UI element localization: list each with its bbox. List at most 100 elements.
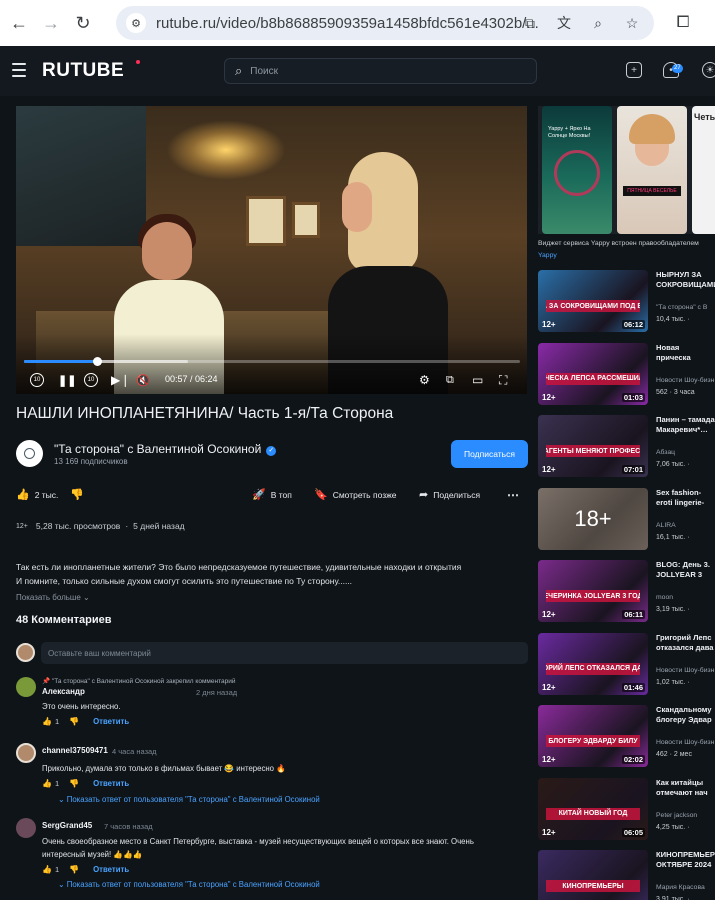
comment-input[interactable] [41,642,528,664]
thumbs-up-icon[interactable]: 👍 [42,779,52,788]
promo-thumbnail[interactable]: Yappy + Ярко На Солнце Москвы! [542,106,612,234]
recommendation-channel[interactable]: Новости Шоу-бизн [656,377,715,384]
thumbs-down-icon[interactable]: 👎 [69,865,79,874]
address-bar[interactable]: ⚙ rutube.ru/video/b8b86885909359a1458bfd… [116,6,654,40]
watch-later-button[interactable]: 🔖 Смотреть позже [314,488,397,501]
show-reply-link[interactable]: ⌄ Показать ответ от пользователя "Та сто… [58,795,320,804]
channel-name[interactable]: "Та сторона" с Валентиной Осокиной [54,442,261,456]
comment-author[interactable]: SergGrand45 [42,821,92,830]
share-button[interactable]: ➦ Поделиться [419,488,480,501]
recommendation-card[interactable]: ВЕЧЕРИНКА JOLLYEAR 3 ГОДА 12+ 06:11 BLOG: Д… [538,560,715,624]
comment-author[interactable]: Александр [42,687,85,696]
recommendation-thumbnail[interactable]: ИНОАГЕНТЫ МЕНЯЮТ ПРОФЕССИЮ 12+ 07:01 [538,415,648,477]
like-button[interactable]: 👍 2 тыс. 👎 [16,488,89,501]
mini-player-icon[interactable]: ⧉ [446,372,454,388]
recommendation-thumbnail[interactable]: КИТАЙ НОВЫЙ ГОД 12+ 06:05 [538,777,648,840]
theme-sun-icon[interactable]: ☀ [702,62,715,78]
comment-author[interactable]: channel37509471 [42,746,108,755]
recommendation-title[interactable]: Панин – тамада Макаревич*… [656,415,715,435]
subscribe-button[interactable]: Подписаться [451,440,528,468]
promo-thumbnail[interactable]: Четы [692,106,715,234]
rutube-logo[interactable]: RUTUBE [42,60,124,82]
show-reply-text[interactable]: Показать ответ от пользователя "Та сторо… [67,795,320,804]
recommendation-channel[interactable]: Peter jackson [656,812,715,819]
thumbs-up-icon[interactable]: 👍 [42,865,52,874]
thumbs-down-icon[interactable]: 👎 [69,779,79,788]
more-options-icon[interactable]: ⋯ [507,488,519,502]
top-button[interactable]: 🚀 В топ [252,488,292,501]
show-more-link[interactable]: Показать больше ⌄ [16,593,90,602]
comment-avatar[interactable] [16,677,36,697]
show-reply-text[interactable]: Показать ответ от пользователя "Та сторо… [67,880,320,889]
comment-avatar[interactable] [16,743,36,763]
recommendation-card[interactable]: БЛОГЕРУ ЭДВАРДУ БИЛУ 12+ 02:02 Скандальному… [538,705,715,769]
recommendation-card[interactable]: ИНОАГЕНТЫ МЕНЯЮТ ПРОФЕССИЮ 12+ 07:01 Панин … [538,415,715,479]
zoom-icon[interactable]: ⌕ [588,13,608,33]
recommendation-title[interactable]: BLOG: День 3. JOLLYEAR 3 год [656,560,715,580]
recommendation-card[interactable]: НОВАЯ ПРИЧЕСКА ЛЕПСА РАССМЕШИЛА РОССИЮ 12… [538,342,715,407]
next-video-icon[interactable]: ▶❘ [111,372,130,388]
show-more-label[interactable]: Показать больше [16,593,81,602]
forward-10-icon[interactable]: 10 [84,373,98,387]
recommendation-thumbnail[interactable]: БЛОГЕРУ ЭДВАРДУ БИЛУ 12+ 02:02 [538,705,648,767]
channel-avatar[interactable] [16,440,43,467]
recommendation-title[interactable]: НЫРНУЛ ЗА СОКРОВИЩАМИ [656,270,715,290]
reload-icon[interactable]: ↻ [70,10,96,36]
recommendation-card[interactable]: КИНОПРЕМЬЕРЫ КИНОПРЕМЬЕРЫ ОКТЯБРЕ 2024 Мар… [538,850,715,900]
thumbs-down-icon[interactable]: 👎 [69,717,79,726]
search-input[interactable] [250,65,511,77]
upload-icon[interactable]: + [626,62,642,78]
yappy-widget[interactable]: Yappy + Ярко На Солнце Москвы! ПЯТНИЦА В… [538,106,715,234]
comment-avatar[interactable] [16,818,36,838]
recommendation-thumbnail[interactable]: КИНОПРЕМЬЕРЫ [538,850,648,900]
channel-name-row[interactable]: "Та сторона" с Валентиной Осокиной ✓ [54,442,277,456]
recommendation-channel[interactable]: "Та сторона" с В [656,304,715,311]
video-player[interactable]: 10 ❚❚ 10 ▶❘ 🔇 00:57 / 06:24 ⚙ ⧉ ▭ ⛶ [16,106,527,394]
pause-icon[interactable]: ❚❚ [58,372,76,388]
thumbs-up-icon[interactable]: 👍 [42,717,52,726]
recommendation-title[interactable]: Как китайцы отмечают нач [656,778,715,798]
thumbs-down-icon[interactable]: 👎 [70,488,84,501]
open-in-app-icon[interactable]: ⧉ [520,13,540,33]
recommendation-channel[interactable]: Абзац [656,449,715,456]
promo-thumbnail[interactable]: ПЯТНИЦА ВЕСЕЛЬЕ [617,106,687,234]
fullscreen-icon[interactable]: ⛶ [499,372,507,388]
mute-icon[interactable]: 🔇 [136,372,150,388]
settings-gear-icon[interactable]: ⚙ [419,372,430,388]
site-settings-icon[interactable]: ⚙ [126,13,146,33]
recommendation-channel[interactable]: ALIRA [656,522,715,529]
recommendation-thumbnail[interactable]: НОВАЯ ПРИЧЕСКА ЛЕПСА РАССМЕШИЛА РОССИЮ 12… [538,342,648,405]
recommendation-title[interactable]: Sex fashion-eroti lingerie-beauty [656,488,715,508]
recommendation-title[interactable]: КИНОПРЕМЬЕРЫ ОКТЯБРЕ 2024 [656,850,715,870]
recommendation-channel[interactable]: moon [656,594,715,601]
search-icon[interactable]: ⌕ [235,63,242,79]
recommendation-thumbnail[interactable]: 18+ [538,487,648,550]
forward-arrow-icon[interactable]: → [38,10,64,36]
url-text[interactable]: rutube.ru/video/b8b86885909359a1458bfdc5… [156,15,539,32]
recommendation-channel[interactable]: Новости Шоу-бизн [656,739,715,746]
promo-brand[interactable]: Yappy [538,252,557,259]
translate-icon[interactable]: 文 [554,13,574,33]
recommendation-thumbnail[interactable]: ОХОТА ЗА СОКРОВИЩАМИ ПОД ВОДОЙ 12+ 06:12 [538,270,648,332]
recommendation-title[interactable]: Скандальному блогеру Эдвар [656,705,715,725]
menu-icon[interactable] [12,63,26,77]
recommendation-card[interactable]: ГРИГОРИЙ ЛЕПС ОТКАЗАЛСЯ ДАВАТЬ 12+ 01:46 Гр… [538,632,715,697]
back-arrow-icon[interactable]: ← [6,10,32,36]
recommendation-card[interactable]: ОХОТА ЗА СОКРОВИЩАМИ ПОД ВОДОЙ 12+ 06:12 НЫ… [538,270,715,334]
recommendation-card[interactable]: 18+ Sex fashion-eroti lingerie-beauty ALIR… [538,487,715,552]
reply-button[interactable]: Ответить [93,717,129,726]
reply-button[interactable]: Ответить [93,779,129,788]
progress-bar[interactable] [24,357,520,366]
search-box[interactable]: ⌕ [224,58,537,84]
show-reply-link[interactable]: ⌄ Показать ответ от пользователя "Та сто… [58,880,320,889]
extensions-puzzle-icon[interactable]: ⧠ [672,12,694,34]
recommendation-card[interactable]: КИТАЙ НОВЫЙ ГОД 12+ 06:05 Как китайцы отмеч… [538,777,715,842]
recommendation-thumbnail[interactable]: ГРИГОРИЙ ЛЕПС ОТКАЗАЛСЯ ДАВАТЬ 12+ 01:46 [538,632,648,695]
theater-mode-icon[interactable]: ▭ [472,372,483,388]
bookmark-star-icon[interactable]: ☆ [622,13,642,33]
recommendation-channel[interactable]: Мария Красова [656,884,715,891]
recommendation-channel[interactable]: Новости Шоу-бизн [656,667,715,674]
recommendation-title[interactable]: Григорий Лепс отказался дава [656,633,715,653]
reply-button[interactable]: Ответить [93,865,129,874]
recommendation-title[interactable]: Новая прическа Григория Лепса [656,343,715,363]
